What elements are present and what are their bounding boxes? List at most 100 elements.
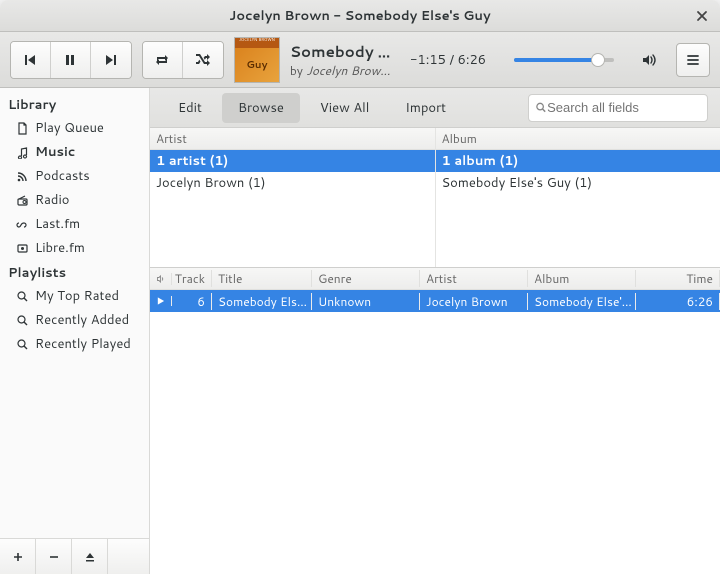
header-title[interactable]: Title: [212, 270, 312, 287]
close-button[interactable]: [692, 6, 712, 26]
sidebar-item-label: Music: [35, 143, 75, 161]
sidebar-item-label: Recently Added: [35, 311, 129, 329]
tab-view-all[interactable]: View All: [304, 93, 385, 123]
close-icon: [696, 10, 708, 22]
next-button[interactable]: [91, 42, 131, 78]
sidebar-item-podcasts[interactable]: Podcasts: [0, 164, 149, 188]
hamburger-icon: [686, 53, 700, 67]
tab-edit[interactable]: Edit: [162, 93, 218, 123]
shuffle-button[interactable]: [183, 42, 223, 78]
previous-button[interactable]: [11, 42, 51, 78]
sidebar-footer: [0, 538, 149, 574]
speaker-icon: [156, 273, 165, 285]
search-box[interactable]: [528, 94, 708, 122]
album-column: Album 1 album (1) Somebody Else's Guy (1…: [436, 128, 720, 267]
document-icon: [16, 122, 29, 135]
browser: Artist 1 artist (1) Jocelyn Brown (1) Al…: [150, 128, 720, 268]
now-playing: Somebody El… by Jocelyn Brow…: [290, 41, 400, 79]
sidebar-item-label: Libre.fm: [35, 239, 85, 257]
cell-genre: Unknown: [312, 293, 420, 310]
sidebar-playlist-recently-added[interactable]: Recently Added: [0, 308, 149, 332]
sidebar-item-label: My Top Rated: [35, 287, 119, 305]
header-track[interactable]: Track: [172, 270, 212, 287]
volume-button[interactable]: [632, 43, 666, 77]
repeat-icon: [153, 52, 171, 68]
lastfm-icon: [16, 218, 29, 231]
eject-button[interactable]: [72, 539, 108, 574]
search-icon: [535, 101, 547, 114]
track-row[interactable]: 6 Somebody Els… Unknown Jocelyn Brown So…: [150, 290, 720, 312]
album-row[interactable]: Somebody Else's Guy (1): [436, 172, 720, 194]
magnifier-icon: [16, 314, 29, 327]
sidebar-item-librefm[interactable]: Libre.fm: [0, 236, 149, 260]
radio-icon: [16, 194, 29, 207]
sidebar-item-play-queue[interactable]: Play Queue: [0, 116, 149, 140]
speaker-icon: [641, 52, 657, 68]
play-icon: [156, 296, 165, 306]
header-artist[interactable]: Artist: [420, 270, 528, 287]
now-playing-artist-line: by Jocelyn Brow…: [290, 62, 400, 79]
toolbar: JOCELYN BROWN Guy Somebody El… by Jocely…: [0, 32, 720, 88]
main-pane: Edit Browse View All Import Artist 1 art…: [150, 88, 720, 574]
volume-thumb[interactable]: [591, 53, 605, 67]
search-input[interactable]: [547, 100, 701, 115]
tab-browse[interactable]: Browse: [222, 93, 300, 123]
cell-title: Somebody Els…: [212, 293, 312, 310]
now-playing-title: Somebody El…: [290, 41, 400, 62]
sidebar-item-label: Podcasts: [35, 167, 90, 185]
librefm-icon: [16, 242, 29, 255]
sidebar-item-label: Play Queue: [35, 119, 104, 137]
playback-controls: [10, 41, 132, 79]
eject-icon: [84, 551, 96, 563]
cell-artist: Jocelyn Brown: [420, 293, 528, 310]
album-summary-row[interactable]: 1 album (1): [436, 150, 720, 172]
sidebar-playlist-top-rated[interactable]: My Top Rated: [0, 284, 149, 308]
shuffle-icon: [194, 52, 212, 68]
volume-slider[interactable]: [514, 58, 614, 62]
music-icon: [16, 146, 29, 159]
album-header[interactable]: Album: [436, 128, 720, 150]
menu-button[interactable]: [676, 43, 710, 77]
magnifier-icon: [16, 290, 29, 303]
time-display: -1:15 / 6:26: [410, 51, 486, 69]
artist-column: Artist 1 artist (1) Jocelyn Brown (1): [150, 128, 436, 267]
mode-controls: [142, 41, 224, 79]
artist-row[interactable]: Jocelyn Brown (1): [150, 172, 435, 194]
cell-album: Somebody Else'…: [528, 293, 636, 310]
volume-fill: [514, 58, 598, 62]
sidebar-item-label: Radio: [35, 191, 69, 209]
header-time[interactable]: Time: [636, 270, 720, 287]
remove-playlist-button[interactable]: [36, 539, 72, 574]
pause-button[interactable]: [51, 42, 91, 78]
now-playing-artist: Jocelyn Brow…: [306, 62, 390, 79]
sidebar-item-music[interactable]: Music: [0, 140, 149, 164]
titlebar: Jocelyn Brown - Somebody Else's Guy: [0, 0, 720, 32]
header-album[interactable]: Album: [528, 270, 636, 287]
sidebar-item-label: Last.fm: [35, 215, 80, 233]
minus-icon: [48, 551, 60, 563]
sidebar-item-lastfm[interactable]: Last.fm: [0, 212, 149, 236]
by-prefix: by: [290, 62, 306, 79]
previous-icon: [22, 52, 38, 68]
header-playing[interactable]: [150, 273, 172, 285]
header-genre[interactable]: Genre: [312, 270, 420, 287]
magnifier-icon: [16, 338, 29, 351]
sidebar-item-radio[interactable]: Radio: [0, 188, 149, 212]
next-icon: [103, 52, 119, 68]
sidebar: Library Play Queue Music Podcasts Radio …: [0, 88, 150, 574]
track-table-header: Track Title Genre Artist Album Time: [150, 268, 720, 290]
tab-import[interactable]: Import: [389, 93, 462, 123]
rss-icon: [16, 170, 29, 183]
window-title: Jocelyn Brown - Somebody Else's Guy: [229, 7, 490, 25]
view-tabbar: Edit Browse View All Import: [150, 88, 720, 128]
playlists-section-header: Playlists: [0, 260, 149, 284]
add-playlist-button[interactable]: [0, 539, 36, 574]
cell-time: 6:26: [636, 293, 720, 310]
pause-icon: [62, 52, 78, 68]
album-art: JOCELYN BROWN Guy: [234, 37, 280, 83]
artist-summary-row[interactable]: 1 artist (1): [150, 150, 435, 172]
artist-header[interactable]: Artist: [150, 128, 435, 150]
track-table: Track Title Genre Artist Album Time 6 So…: [150, 268, 720, 574]
sidebar-playlist-recently-played[interactable]: Recently Played: [0, 332, 149, 356]
repeat-button[interactable]: [143, 42, 183, 78]
